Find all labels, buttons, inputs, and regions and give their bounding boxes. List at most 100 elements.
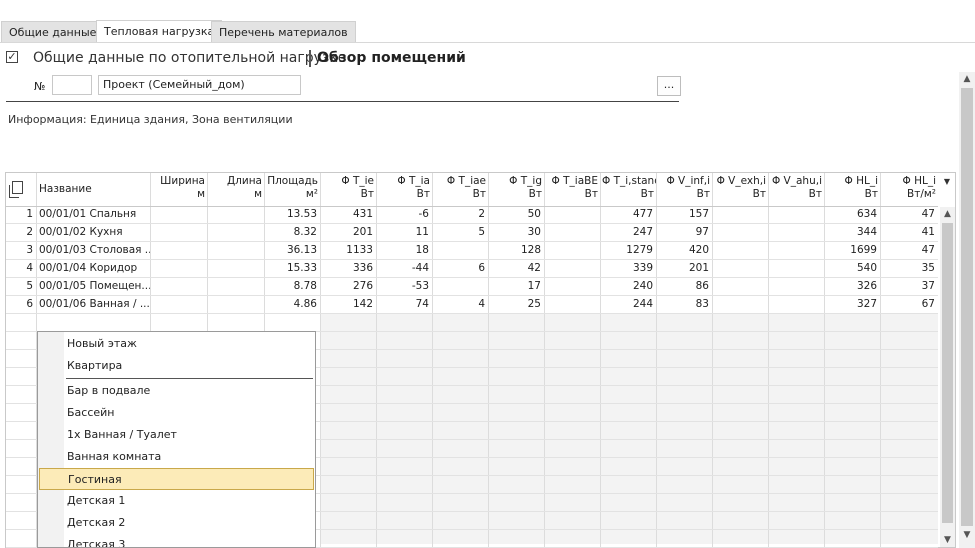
column-header[interactable]: Φ T_ig Вт xyxy=(488,173,544,206)
column-header[interactable]: Φ HL_i Вт/м² xyxy=(880,173,938,206)
table-cell[interactable]: -6 xyxy=(376,206,432,223)
room-name-cell[interactable]: 00/01/01 Спальня xyxy=(36,206,150,223)
table-cell[interactable]: 201 xyxy=(320,224,376,241)
table-cell[interactable] xyxy=(544,242,600,259)
table-cell[interactable]: 477 xyxy=(600,206,656,223)
table-cell[interactable] xyxy=(712,260,768,277)
table-cell[interactable]: 2 xyxy=(432,206,488,223)
column-header[interactable]: Φ T_ia Вт xyxy=(376,173,432,206)
table-cell[interactable] xyxy=(207,260,264,277)
table-cell[interactable]: 30 xyxy=(488,224,544,241)
dropdown-item[interactable]: Детская 1 xyxy=(39,490,314,512)
column-header[interactable]: Φ T_iaBE Вт xyxy=(544,173,600,206)
table-cell[interactable] xyxy=(712,206,768,223)
room-name-cell[interactable]: 00/01/04 Коридор xyxy=(36,260,150,277)
browse-button[interactable]: ... xyxy=(657,76,681,96)
column-header[interactable]: Φ V_exh,i Вт xyxy=(712,173,768,206)
copy-icon[interactable] xyxy=(9,181,23,198)
row-number[interactable]: 4 xyxy=(6,260,36,277)
table-cell[interactable]: 420 xyxy=(656,242,712,259)
table-cell[interactable] xyxy=(207,206,264,223)
table-cell[interactable]: 240 xyxy=(600,278,656,295)
dropdown-item[interactable]: Бассейн xyxy=(39,402,314,424)
table-cell[interactable]: 50 xyxy=(488,206,544,223)
table-cell[interactable]: 128 xyxy=(488,242,544,259)
table-cell[interactable]: 6 xyxy=(432,260,488,277)
table-cell[interactable]: 1133 xyxy=(320,242,376,259)
table-row[interactable]: 4 00/01/04 Коридор 15.33 336 -44 6 42 339 201 540… xyxy=(6,260,938,278)
table-row[interactable] xyxy=(6,314,938,332)
table-cell[interactable]: 431 xyxy=(320,206,376,223)
table-cell[interactable]: 540 xyxy=(824,260,880,277)
table-cell[interactable]: 8.32 xyxy=(264,224,320,241)
table-cell[interactable]: 157 xyxy=(656,206,712,223)
table-cell[interactable]: 86 xyxy=(656,278,712,295)
table-cell[interactable]: 18 xyxy=(376,242,432,259)
dropdown-item[interactable]: Детская 2 xyxy=(39,512,314,534)
table-cell[interactable] xyxy=(768,206,824,223)
page-scrollbar[interactable]: ▲ ▼ xyxy=(959,72,975,548)
table-cell[interactable]: 67 xyxy=(880,296,938,313)
table-cell[interactable]: 47 xyxy=(880,206,938,223)
table-cell[interactable]: 244 xyxy=(600,296,656,313)
grid-scroll-up-icon[interactable]: ▲ xyxy=(940,207,955,221)
row-number[interactable]: 1 xyxy=(6,206,36,223)
table-cell[interactable]: 41 xyxy=(880,224,938,241)
column-header[interactable]: Площадь м² xyxy=(264,173,320,206)
table-cell[interactable]: 4 xyxy=(432,296,488,313)
grid-scrollbar[interactable]: ▲ ▼ xyxy=(940,207,955,547)
table-cell[interactable] xyxy=(150,206,207,223)
table-cell[interactable]: 47 xyxy=(880,242,938,259)
table-cell[interactable]: 42 xyxy=(488,260,544,277)
table-cell[interactable]: 336 xyxy=(320,260,376,277)
table-cell[interactable] xyxy=(544,224,600,241)
tab-general[interactable]: Общие данные xyxy=(1,21,105,42)
table-cell[interactable]: 142 xyxy=(320,296,376,313)
table-cell[interactable] xyxy=(768,224,824,241)
number-input[interactable] xyxy=(52,75,92,95)
table-cell[interactable] xyxy=(207,224,264,241)
table-cell[interactable] xyxy=(768,296,824,313)
column-header[interactable]: Название xyxy=(36,173,150,206)
room-name-cell[interactable]: 00/01/03 Столовая ... xyxy=(36,242,150,259)
table-cell[interactable]: 201 xyxy=(656,260,712,277)
table-row[interactable]: 1 00/01/01 Спальня 13.53 431 -6 2 50 477 157 634 4… xyxy=(6,206,938,224)
table-cell[interactable]: 1279 xyxy=(600,242,656,259)
column-header[interactable]: Ширина м xyxy=(150,173,207,206)
project-name-input[interactable]: Проект (Семейный_дом) xyxy=(98,75,301,95)
column-header[interactable]: Φ T_ie Вт xyxy=(320,173,376,206)
table-cell[interactable]: 83 xyxy=(656,296,712,313)
table-row[interactable]: 3 00/01/03 Столовая ... 36.13 1133 18 128 1279… xyxy=(6,242,938,260)
table-cell[interactable] xyxy=(768,260,824,277)
table-cell[interactable]: -53 xyxy=(376,278,432,295)
table-cell[interactable] xyxy=(150,242,207,259)
column-header[interactable]: Φ T_iae Вт xyxy=(432,173,488,206)
row-number[interactable]: 6 xyxy=(6,296,36,313)
column-header[interactable]: Длина м xyxy=(207,173,264,206)
grid-scrollbar-thumb[interactable] xyxy=(942,223,953,523)
table-cell[interactable]: 97 xyxy=(656,224,712,241)
table-cell[interactable]: 35 xyxy=(880,260,938,277)
table-cell[interactable] xyxy=(712,242,768,259)
table-cell[interactable] xyxy=(432,278,488,295)
general-data-checkbox[interactable]: ✓ xyxy=(6,51,18,63)
table-cell[interactable]: 326 xyxy=(824,278,880,295)
room-name-cell[interactable]: 00/01/05 Помещен... xyxy=(36,278,150,295)
table-row[interactable]: 5 00/01/05 Помещен... 8.78 276 -53 17 240 86 326… xyxy=(6,278,938,296)
table-cell[interactable]: 11 xyxy=(376,224,432,241)
column-header[interactable]: Φ T_i,stand Вт xyxy=(600,173,656,206)
table-cell[interactable]: 36.13 xyxy=(264,242,320,259)
tab-materials[interactable]: Перечень материалов xyxy=(211,21,356,42)
table-cell[interactable] xyxy=(768,278,824,295)
table-cell[interactable] xyxy=(544,206,600,223)
table-cell[interactable]: 8.78 xyxy=(264,278,320,295)
table-cell[interactable] xyxy=(544,260,600,277)
room-name-cell[interactable]: 00/01/06 Ванная / ... xyxy=(36,296,150,313)
row-number[interactable]: 3 xyxy=(6,242,36,259)
dropdown-item[interactable]: Бар в подвале xyxy=(39,380,314,402)
table-cell[interactable]: 74 xyxy=(376,296,432,313)
scroll-up-icon[interactable]: ▲ xyxy=(959,72,975,86)
table-cell[interactable] xyxy=(207,296,264,313)
table-cell[interactable] xyxy=(150,224,207,241)
table-cell[interactable]: 5 xyxy=(432,224,488,241)
